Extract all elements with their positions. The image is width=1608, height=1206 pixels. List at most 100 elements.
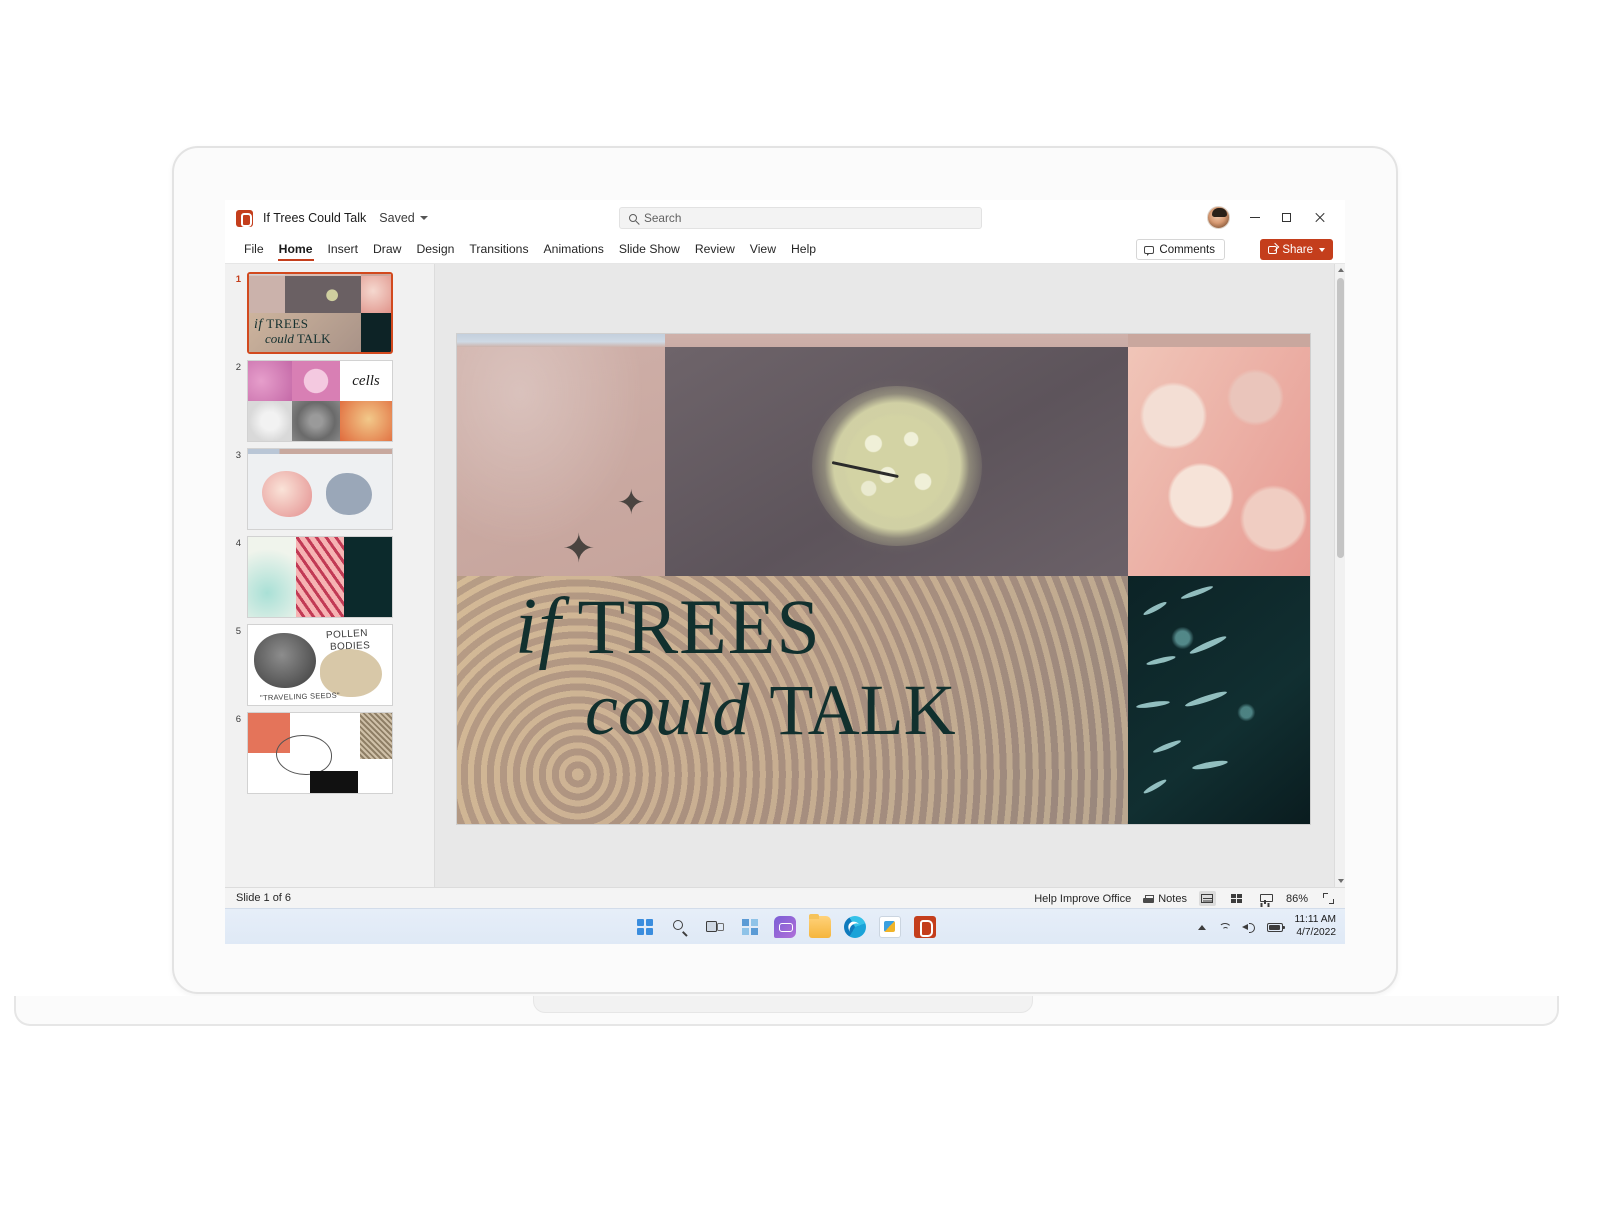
headline-could: could [585,668,750,751]
slide-sorter-icon [1230,894,1242,903]
scroll-up-button[interactable] [1335,264,1345,276]
thumbnail-5-line2: BODIES [329,640,371,653]
search-icon[interactable] [669,916,691,938]
tab-help[interactable]: Help [784,239,823,261]
save-state-dropdown[interactable]: Saved [379,211,428,225]
powerpoint-icon[interactable] [914,916,936,938]
tab-file[interactable]: File [237,239,271,261]
zoom-level[interactable]: 86% [1286,893,1308,905]
slide-region-bottom-main: if TREES could TALK [457,575,1128,824]
tab-insert[interactable]: Insert [321,239,365,261]
slide-thumbnail-pane[interactable]: 1 if TREES could TALK 2 cells 3 4 5 POLL… [225,264,435,887]
thumbnail-number-3: 3 [235,450,241,461]
search-input[interactable]: Search [619,207,982,229]
volume-icon[interactable] [1242,922,1256,933]
fit-slide-icon [1323,893,1334,904]
tab-design[interactable]: Design [409,239,461,261]
slide-canvas-area: ✦ ✦ if TREES could TALK [435,264,1345,887]
taskbar-icons [634,909,936,944]
thumbnail-row-3[interactable]: 3 [225,448,434,536]
file-explorer-icon[interactable] [809,914,831,938]
store-icon[interactable] [879,916,901,938]
notes-button[interactable]: Notes [1143,893,1187,905]
slide-region-top-mid [665,334,1128,347]
fit-slide-button[interactable] [1320,891,1337,906]
windows-taskbar: 11:11 AM 4/7/2022 [225,908,1345,944]
slide-region-mid-center [665,346,1128,576]
tab-slide-show[interactable]: Slide Show [612,239,687,261]
start-icon[interactable] [634,916,656,938]
help-improve-office-button[interactable]: Help Improve Office [1034,893,1131,905]
thumbnail-5-line3: "TRAVELING SEEDS" [259,690,341,703]
thumbnail-row-1[interactable]: 1 if TREES could TALK [225,272,434,360]
notes-label: Notes [1158,892,1187,905]
workspace: 1 if TREES could TALK 2 cells 3 4 5 POLL… [225,264,1345,887]
chat-icon[interactable] [774,916,796,938]
slide-sorter-view-button[interactable] [1228,891,1245,906]
thumbnail-slide-6[interactable] [247,712,393,794]
reading-view-button[interactable] [1257,891,1274,906]
thumbnail-slide-2[interactable]: cells [247,360,393,442]
scrollbar-thumb[interactable] [1337,278,1344,558]
title-bar: If Trees Could Talk Saved Search [225,200,1345,236]
normal-view-button[interactable] [1198,891,1216,906]
taskbar-clock[interactable]: 11:11 AM 4/7/2022 [1294,914,1336,940]
show-hidden-icons-icon[interactable] [1198,924,1207,930]
wifi-icon[interactable] [1217,922,1231,933]
share-button[interactable]: Share [1260,239,1333,260]
sparkle-icon: ✦ [617,484,646,522]
slide-region-bottom-right [1127,575,1310,824]
slide-region-top-left [457,334,666,347]
chevron-up-icon [1337,268,1344,272]
ribbon-tab-bar: File Home Insert Draw Design Transitions… [225,236,1345,264]
slide-region-mid-right [1127,346,1310,576]
thumbnail-number-5: 5 [235,626,241,637]
taskbar-date: 4/7/2022 [1296,927,1336,938]
laptop-screen: If Trees Could Talk Saved Search File Ho… [225,200,1345,944]
tab-review[interactable]: Review [688,239,742,261]
thumbnail-number-1: 1 [235,274,241,285]
thumbnail-row-4[interactable]: 4 [225,536,434,624]
tab-animations[interactable]: Animations [537,239,611,261]
thumbnail-row-6[interactable]: 6 [225,712,434,800]
canvas-scrollbar[interactable] [1334,264,1345,887]
widgets-icon[interactable] [739,916,761,938]
powerpoint-logo-icon [236,209,253,227]
tab-home[interactable]: Home [272,239,320,261]
headline-trees: TREES [577,582,821,670]
search-placeholder: Search [644,211,682,225]
current-slide[interactable]: ✦ ✦ if TREES could TALK [457,334,1310,824]
thumbnail-slide-5[interactable]: POLLEN BODIES "TRAVELING SEEDS" [247,624,393,706]
thumbnail-slide-1[interactable]: if TREES could TALK [247,272,393,354]
chevron-down-icon [1337,879,1344,883]
thumbnail-slide-4[interactable] [247,536,393,618]
notes-icon [1143,894,1155,903]
task-view-icon[interactable] [704,916,726,938]
comments-button[interactable]: Comments [1136,239,1225,260]
slide-counter[interactable]: Slide 1 of 6 [236,892,291,904]
maximize-icon [1281,213,1291,222]
edge-icon[interactable] [844,916,866,938]
scroll-down-button[interactable] [1335,875,1345,887]
chevron-down-icon [1319,247,1325,252]
reading-view-icon [1259,893,1273,904]
headline-talk: TALK [769,669,956,750]
chevron-down-icon [419,216,428,220]
status-bar-right: Help Improve Office Notes 86% [1034,888,1337,909]
thumbnail-slide-3[interactable] [247,448,393,530]
tab-view[interactable]: View [743,239,783,261]
thumbnail-2-title: cells [352,372,380,389]
thumbnail-row-5[interactable]: 5 POLLEN BODIES "TRAVELING SEEDS" [225,624,434,712]
maximize-button[interactable] [1272,206,1300,229]
tab-draw[interactable]: Draw [366,239,408,261]
close-button[interactable] [1305,206,1333,229]
minimize-button[interactable] [1241,206,1269,229]
comment-bubble-icon [1144,245,1155,256]
slide-headline: if TREES could TALK [457,576,1128,824]
thumbnail-row-2[interactable]: 2 cells [225,360,434,448]
battery-icon[interactable] [1267,922,1286,932]
tab-transitions[interactable]: Transitions [462,239,535,261]
minimize-icon [1250,217,1260,218]
share-icon [1268,245,1278,254]
avatar[interactable] [1207,206,1230,229]
